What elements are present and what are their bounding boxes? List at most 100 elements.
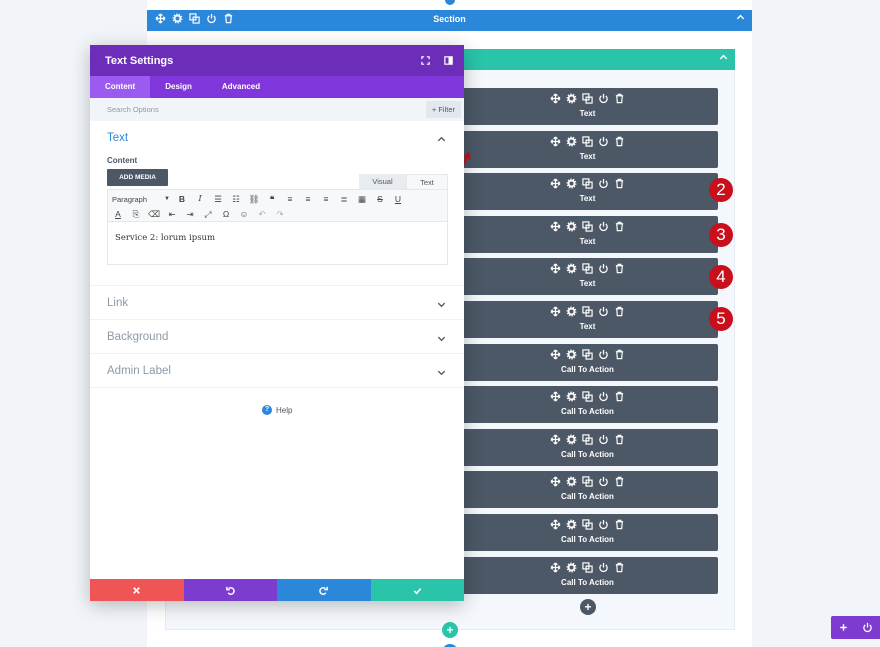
power-icon[interactable] — [598, 391, 609, 402]
outdent-icon[interactable]: ⇤ — [166, 209, 178, 220]
power-icon[interactable] — [598, 263, 609, 274]
save-button[interactable] — [370, 579, 464, 601]
background-group[interactable]: Background — [90, 320, 464, 354]
duplicate-icon[interactable] — [582, 263, 593, 274]
move-icon[interactable] — [550, 476, 561, 487]
duplicate-icon[interactable] — [582, 93, 593, 104]
chevron-up-icon[interactable] — [735, 12, 746, 23]
power-icon[interactable] — [598, 519, 609, 530]
dock-icon[interactable] — [443, 55, 454, 66]
gear-icon[interactable] — [566, 93, 577, 104]
undo-icon[interactable]: ↶ — [256, 209, 268, 220]
duplicate-icon[interactable] — [582, 476, 593, 487]
align-right-icon[interactable]: ≡ — [320, 194, 332, 205]
trash-icon[interactable] — [614, 306, 625, 317]
redo-button[interactable] — [277, 579, 371, 601]
power-icon[interactable] — [598, 93, 609, 104]
plus-icon[interactable] — [838, 622, 849, 633]
module[interactable]: Call To Action — [457, 514, 718, 551]
gear-icon[interactable] — [566, 434, 577, 445]
add-row-button[interactable]: + — [442, 622, 458, 638]
move-icon[interactable] — [550, 263, 561, 274]
move-icon[interactable] — [550, 93, 561, 104]
help-link[interactable]: ? Help — [262, 405, 292, 415]
justify-icon[interactable]: ≣ — [338, 194, 350, 205]
duplicate-icon[interactable] — [582, 519, 593, 530]
trash-icon[interactable] — [614, 178, 625, 189]
duplicate-icon[interactable] — [582, 349, 593, 360]
indent-icon[interactable]: ⇥ — [184, 209, 196, 220]
duplicate-icon[interactable] — [582, 136, 593, 147]
tab-advanced[interactable]: Advanced — [207, 76, 275, 98]
trash-icon[interactable] — [614, 476, 625, 487]
omega-icon[interactable]: Ω — [220, 209, 232, 220]
trash-icon[interactable] — [614, 263, 625, 274]
numbered-list-icon[interactable]: ☷ — [230, 194, 242, 205]
quote-icon[interactable]: ❝ — [266, 194, 278, 205]
visual-tab[interactable]: Visual — [359, 174, 406, 189]
clear-format-icon[interactable]: ⌫ — [148, 209, 160, 220]
gear-icon[interactable] — [566, 349, 577, 360]
italic-icon[interactable]: I — [194, 194, 206, 205]
module[interactable]: Call To Action — [457, 386, 718, 423]
search-input[interactable]: Search Options — [107, 105, 159, 114]
add-module-button[interactable]: + — [580, 599, 596, 615]
power-icon[interactable] — [598, 136, 609, 147]
module[interactable]: Text — [457, 301, 718, 338]
gear-icon[interactable] — [566, 562, 577, 573]
fullscreen-icon[interactable] — [420, 55, 431, 66]
duplicate-icon[interactable] — [582, 562, 593, 573]
tab-content[interactable]: Content — [90, 76, 151, 98]
gear-icon[interactable] — [566, 476, 577, 487]
move-icon[interactable] — [550, 434, 561, 445]
duplicate-icon[interactable] — [582, 391, 593, 402]
move-icon[interactable] — [550, 562, 561, 573]
trash-icon[interactable] — [614, 519, 625, 530]
modal-header[interactable]: Text Settings — [90, 45, 464, 76]
bold-icon[interactable]: B — [176, 194, 188, 205]
module[interactable]: Call To Action — [457, 429, 718, 466]
trash-icon[interactable] — [614, 434, 625, 445]
module[interactable]: Text — [457, 131, 718, 168]
gear-icon[interactable] — [566, 178, 577, 189]
link-group[interactable]: Link — [90, 286, 464, 320]
move-icon[interactable] — [550, 136, 561, 147]
emoji-icon[interactable]: ☺ — [238, 209, 250, 220]
strikethrough-icon[interactable]: S — [374, 194, 386, 205]
move-icon[interactable] — [550, 391, 561, 402]
trash-icon[interactable] — [614, 93, 625, 104]
fullscreen-editor-icon[interactable]: ⤢ — [202, 209, 214, 220]
module[interactable]: Text — [457, 258, 718, 295]
gear-icon[interactable] — [566, 263, 577, 274]
duplicate-icon[interactable] — [582, 178, 593, 189]
module[interactable]: Call To Action — [457, 471, 718, 508]
table-icon[interactable]: ▦ — [356, 194, 368, 205]
trash-icon[interactable] — [614, 136, 625, 147]
redo-icon[interactable]: ↷ — [274, 209, 286, 220]
gear-icon[interactable] — [566, 519, 577, 530]
trash-icon[interactable] — [614, 349, 625, 360]
duplicate-icon[interactable] — [582, 434, 593, 445]
move-icon[interactable] — [550, 349, 561, 360]
text-color-icon[interactable]: A — [112, 209, 124, 220]
chevron-up-icon[interactable] — [718, 52, 729, 63]
power-icon[interactable] — [598, 221, 609, 232]
underline-icon[interactable]: U — [392, 194, 404, 205]
chevron-up-icon[interactable] — [436, 134, 447, 145]
undo-button[interactable] — [183, 579, 277, 601]
move-icon[interactable] — [550, 178, 561, 189]
tab-design[interactable]: Design — [150, 76, 207, 98]
power-icon[interactable] — [598, 434, 609, 445]
power-icon[interactable] — [862, 622, 873, 633]
content-editor[interactable]: Service 2: lorum ipsum — [107, 222, 448, 265]
admin-label-group[interactable]: Admin Label — [90, 354, 464, 388]
power-icon[interactable] — [598, 178, 609, 189]
trash-icon[interactable] — [614, 391, 625, 402]
align-center-icon[interactable]: ≡ — [302, 194, 314, 205]
module[interactable]: Call To Action — [457, 344, 718, 381]
power-icon[interactable] — [598, 476, 609, 487]
move-icon[interactable] — [550, 519, 561, 530]
link-icon[interactable]: ⛓ — [248, 194, 260, 205]
module[interactable]: Text — [457, 173, 718, 210]
gear-icon[interactable] — [566, 391, 577, 402]
